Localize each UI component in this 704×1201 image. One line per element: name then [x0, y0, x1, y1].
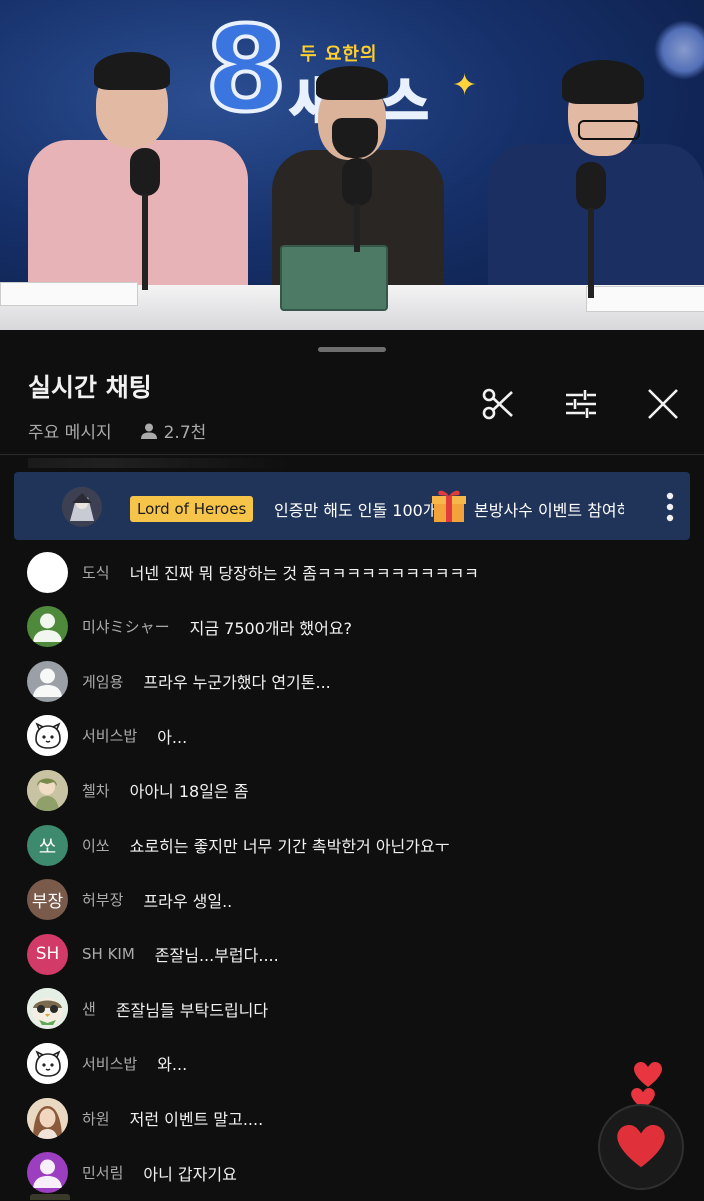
header-divider	[0, 454, 704, 455]
chat-title: 실시간 채팅	[28, 373, 152, 402]
gift-icon	[430, 486, 468, 524]
chat-message[interactable]: 게임용 프라우 누군가했다 연기톤...	[0, 653, 704, 709]
live-chat-panel: 실시간 채팅 주요 메시지 2.7천 Lord of Heroes 인증만 해도…	[0, 330, 704, 1200]
close-chat-button[interactable]	[641, 382, 685, 426]
chat-message[interactable]: SH SH KIM 존잘님...부럽다....	[0, 926, 704, 982]
author-avatar[interactable]	[27, 1097, 68, 1139]
chat-message[interactable]: 부장 허부장 프라우 생일..	[0, 872, 704, 928]
message-text: 쇼로히는 좋지만 너무 기간 촉박한거 아닌가요ㅜ	[129, 837, 450, 856]
microphone	[342, 158, 372, 206]
viewer-count: 2.7천	[140, 418, 207, 443]
pinned-text-part2: 본방사수 이벤트 참여하	[474, 501, 624, 520]
message-text: 아아니 18일은 좀	[129, 782, 249, 802]
message-author[interactable]: 샌	[82, 998, 96, 1019]
message-author[interactable]: 게임용	[82, 671, 123, 692]
microphone	[130, 148, 160, 196]
stage-decoration	[654, 20, 704, 80]
desk-paper	[586, 286, 704, 312]
pinned-message-banner[interactable]: Lord of Heroes 인증만 해도 인돌 100개 본방사수 이벤트 참…	[14, 472, 690, 540]
avatar-initials: SH	[35, 944, 60, 965]
message-text: 지금 7500개라 했어요?	[189, 618, 353, 638]
person-icon	[140, 422, 164, 440]
scissors-icon	[480, 386, 516, 422]
message-text: 존잘님...부럽다....	[154, 946, 279, 966]
message-author[interactable]: 이쏘	[82, 835, 110, 856]
author-avatar[interactable]	[27, 606, 68, 648]
clipped-message-row	[28, 458, 288, 468]
chat-message[interactable]: 미샤ミシャー 지금 7500개라 했어요?	[0, 599, 704, 655]
message-author[interactable]: 도식	[82, 562, 110, 583]
desk-paper	[0, 282, 138, 306]
chat-message[interactable]: 도식 너넨 진짜 뭐 당장하는 것 좀ㅋㅋㅋㅋㅋㅋㅋㅋㅋㅋㅋ	[0, 544, 704, 600]
heart-icon	[617, 1125, 665, 1169]
message-text: 와...	[157, 1055, 188, 1075]
message-author[interactable]: 서비스밥	[82, 725, 137, 746]
message-author[interactable]: 첼차	[82, 780, 110, 801]
clip-button[interactable]	[476, 382, 520, 426]
chat-message[interactable]: 쏘 이쏘 쇼로히는 좋지만 너무 기간 촉박한거 아닌가요ㅜ	[0, 817, 704, 873]
author-avatar[interactable]	[27, 715, 68, 757]
author-avatar[interactable]	[27, 1042, 68, 1084]
video-player[interactable]: 8 두 요한의 새소스 ✦	[0, 0, 704, 330]
author-avatar[interactable]	[27, 988, 68, 1030]
sliders-icon	[563, 386, 599, 422]
chat-subheader: 주요 메시지 2.7천	[28, 418, 206, 443]
avatar-initials: 부장	[31, 892, 64, 913]
chat-message[interactable]: 서비스밥 아...	[0, 708, 704, 764]
message-text: 아니 갑자기요	[143, 1164, 237, 1184]
author-avatar[interactable]: 부장	[27, 879, 68, 921]
message-text: 존잘님들 부탁드립니다	[115, 1000, 269, 1020]
drag-handle[interactable]	[318, 347, 386, 352]
close-icon	[645, 386, 681, 422]
message-text: 프라우 누군가했다 연기톤...	[143, 673, 331, 693]
reaction-button[interactable]	[598, 1104, 684, 1190]
message-text: 아...	[157, 727, 188, 747]
message-author[interactable]: 민서림	[82, 1162, 123, 1183]
chat-mode-selector[interactable]: 주요 메시지	[28, 418, 112, 443]
sparkle-icon: ✦	[452, 68, 478, 103]
more-vert-icon	[666, 492, 674, 522]
message-author[interactable]: 미샤ミシャー	[82, 616, 170, 637]
author-avatar[interactable]	[27, 660, 68, 702]
desk-tablet	[280, 245, 388, 311]
avatar-initials: 쏘	[38, 835, 57, 858]
message-author[interactable]: 허부장	[82, 889, 123, 910]
chat-filter-button[interactable]	[559, 382, 603, 426]
author-avatar[interactable]	[27, 551, 68, 593]
microphone	[576, 162, 606, 210]
author-avatar[interactable]	[27, 769, 68, 811]
mic-stand	[354, 204, 360, 252]
author-avatar[interactable]: SH	[27, 933, 68, 975]
chat-message[interactable]: 샌 존잘님들 부탁드립니다	[0, 981, 704, 1037]
mic-stand	[588, 208, 594, 298]
message-author[interactable]: 하원	[82, 1108, 110, 1129]
pinned-text-part1: 인증만 해도 인돌 100개	[274, 501, 438, 520]
mic-stand	[142, 194, 148, 290]
viewer-count-value: 2.7천	[163, 423, 207, 443]
message-text: 저런 이벤트 말고....	[129, 1110, 264, 1129]
message-author[interactable]: SH KIM	[82, 945, 135, 963]
message-author[interactable]: 서비스밥	[82, 1053, 137, 1074]
chat-message[interactable]: 서비스밥 와...	[0, 1035, 704, 1091]
clipped-avatar	[30, 1194, 70, 1200]
pinned-avatar	[62, 487, 102, 527]
show-logo-number: 8	[203, 0, 289, 138]
message-text: 너넨 진짜 뭐 당장하는 것 좀ㅋㅋㅋㅋㅋㅋㅋㅋㅋㅋㅋ	[129, 564, 479, 583]
chat-message[interactable]: 첼차 아아니 18일은 좀	[0, 762, 704, 818]
pinned-author-badge: Lord of Heroes	[130, 496, 254, 522]
author-avatar[interactable]: 쏘	[27, 824, 68, 866]
author-avatar[interactable]	[27, 1152, 68, 1194]
pinned-more-button[interactable]	[658, 490, 682, 524]
message-text: 프라우 생일..	[143, 891, 233, 911]
